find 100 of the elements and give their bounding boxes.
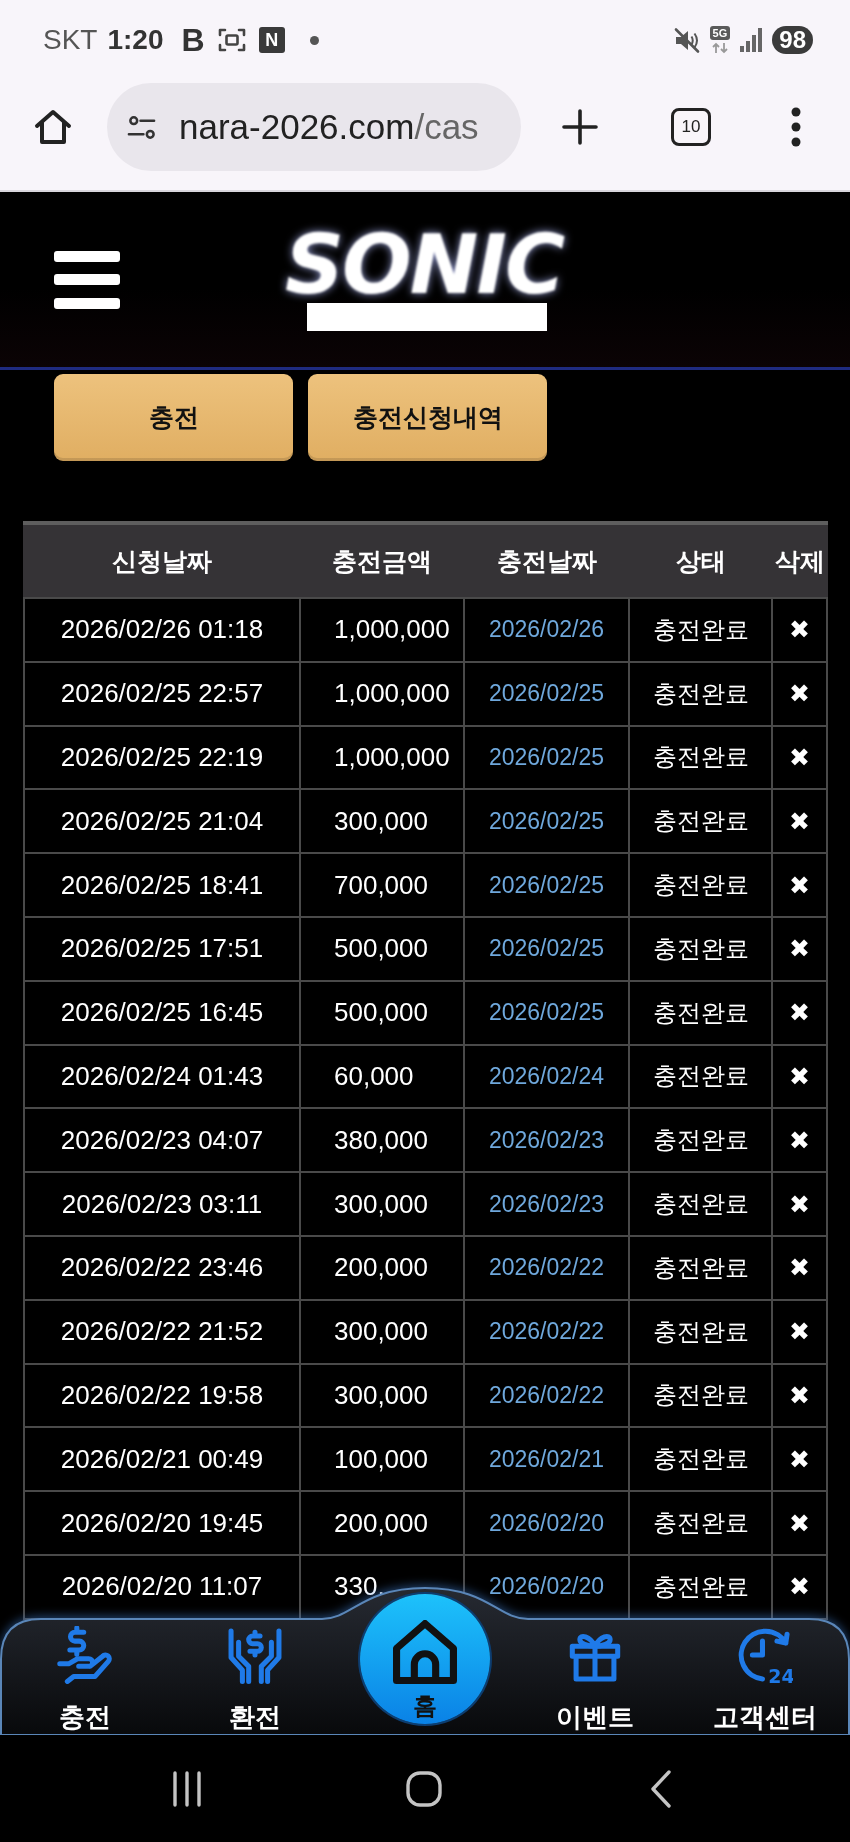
more-options-icon[interactable] — [790, 107, 802, 147]
charge-date-cell: 2026/02/25 — [465, 854, 628, 916]
request-time-cell: 2026/02/25 22:57 — [25, 662, 299, 725]
delete-button[interactable]: ✖ — [789, 872, 810, 898]
status-cell: 충전완료 — [630, 726, 771, 789]
column-header: 상태 — [674, 545, 727, 577]
amount-cell: 200,000 — [301, 1236, 463, 1299]
status-cell: 충전완료 — [630, 1364, 771, 1427]
status-cell: 충전완료 — [630, 918, 771, 980]
amount-cell: 500,000 — [301, 918, 463, 980]
delete-button[interactable]: ✖ — [789, 936, 810, 962]
charge-date-cell: 2026/02/20 — [465, 1492, 628, 1554]
delete-button[interactable]: ✖ — [789, 1319, 810, 1345]
status-cell: 충전완료 — [630, 1492, 771, 1554]
delete-button[interactable]: ✖ — [789, 1063, 810, 1089]
amount-cell: 1,000,000 — [301, 662, 463, 725]
charge-date-cell: 2026/02/21 — [465, 1428, 628, 1491]
notification-dot-icon — [309, 35, 319, 45]
amount-cell: 1,000,000 — [301, 726, 463, 789]
request-time-cell: 2026/02/22 19:58 — [25, 1364, 299, 1427]
amount-cell: 1,000,000 — [301, 599, 463, 661]
charge-date-cell: 2026/02/23 — [465, 1173, 628, 1235]
amount-cell: 300,000 — [301, 1300, 463, 1363]
amount-cell: 380,000 — [301, 1109, 463, 1172]
delete-button[interactable]: ✖ — [789, 1574, 810, 1600]
delete-button[interactable]: ✖ — [789, 1382, 810, 1408]
column-header: 삭제 — [773, 545, 826, 577]
back-icon[interactable] — [650, 1768, 672, 1809]
home-icon[interactable] — [33, 107, 73, 147]
amount-cell: 200,000 — [301, 1492, 463, 1554]
amount-cell: 300,000 — [301, 790, 463, 853]
charge-date-cell: 2026/02/25 — [465, 981, 628, 1044]
column-header: 신청날짜 — [111, 545, 213, 577]
nav-button[interactable]: 이벤트 — [556, 1626, 634, 1732]
column-header: 충전금액 — [331, 545, 433, 577]
delete-button[interactable]: ✖ — [789, 1255, 810, 1281]
request-time-cell: 2026/02/21 00:49 — [25, 1428, 299, 1491]
delete-button[interactable]: ✖ — [789, 1000, 810, 1026]
recent-apps-icon[interactable] — [171, 1769, 203, 1808]
request-time-cell: 2026/02/25 22:19 — [25, 726, 299, 789]
menu-icon[interactable] — [54, 250, 120, 309]
charge-date-cell: 2026/02/25 — [465, 726, 628, 789]
delete-button[interactable]: ✖ — [789, 1127, 810, 1153]
delete-button[interactable]: ✖ — [789, 617, 810, 643]
status-cell: 충전완료 — [630, 1300, 771, 1363]
hands-dollar-icon — [227, 1626, 283, 1684]
site-logo[interactable]: SONIC — [285, 228, 575, 301]
status-cell: 충전완료 — [630, 1236, 771, 1299]
app-notification-mark: N — [258, 27, 285, 53]
charge-date-cell: 2026/02/25 — [465, 790, 628, 853]
mute-icon — [672, 26, 700, 54]
request-time-cell: 2026/02/24 01:43 — [25, 1045, 299, 1108]
charge-date-cell: 2026/02/22 — [465, 1300, 628, 1363]
delete-button[interactable]: ✖ — [789, 681, 810, 707]
url-path-text: /cas — [414, 107, 479, 147]
amount-cell: 60,000 — [301, 1045, 463, 1108]
request-time-cell: 2026/02/25 21:04 — [25, 790, 299, 853]
request-time-cell: 2026/02/26 01:18 — [25, 599, 299, 661]
plus-icon[interactable] — [561, 108, 599, 146]
home-icon[interactable] — [406, 1770, 442, 1807]
app-notification-mark: B — [181, 24, 205, 56]
request-time-cell: 2026/02/25 16:45 — [25, 981, 299, 1044]
action-button[interactable]: 충전 — [54, 374, 293, 461]
charge-date-cell: 2026/02/24 — [465, 1045, 628, 1108]
request-time-cell: 2026/02/25 17:51 — [25, 918, 299, 980]
status-cell: 충전완료 — [630, 662, 771, 725]
status-cell: 충전완료 — [630, 1428, 771, 1491]
charge-date-cell: 2026/02/20 — [465, 1555, 628, 1618]
status-cell: 충전완료 — [630, 1555, 771, 1618]
signal-icon — [740, 28, 763, 52]
network-type: 5G — [709, 26, 731, 40]
amount-cell: 300,000 — [301, 1364, 463, 1427]
charge-date-cell: 2026/02/23 — [465, 1109, 628, 1172]
charge-date-cell: 2026/02/25 — [465, 918, 628, 980]
request-time-cell: 2026/02/23 04:07 — [25, 1109, 299, 1172]
delete-button[interactable]: ✖ — [789, 1446, 810, 1472]
amount-cell: 300,000 — [301, 1173, 463, 1235]
nav-button[interactable]: 충전 — [57, 1626, 113, 1732]
nav-button[interactable]: 24 고객센터 — [713, 1626, 817, 1732]
request-time-cell: 2026/02/20 19:45 — [25, 1492, 299, 1554]
charge-date-cell: 2026/02/22 — [465, 1364, 628, 1427]
url-host-text: nara-2026.com — [179, 107, 415, 147]
amount-cell: 100,000 — [301, 1428, 463, 1491]
battery-level: 98 — [772, 26, 813, 54]
address-bar[interactable]: nara-2026.com/cas — [107, 83, 521, 171]
nav-button[interactable]: 환전 — [227, 1626, 283, 1732]
delete-button[interactable]: ✖ — [789, 1510, 810, 1536]
delete-button[interactable]: ✖ — [789, 808, 810, 834]
column-header: 충전날짜 — [495, 545, 598, 577]
delete-button[interactable]: ✖ — [789, 1191, 810, 1217]
action-button[interactable]: 충전신청내역 — [308, 374, 547, 461]
amount-cell: 500,000 — [301, 981, 463, 1044]
delete-button[interactable]: ✖ — [789, 745, 810, 770]
status-cell: 충전완료 — [630, 1173, 771, 1235]
amount-cell: 700,000 — [301, 854, 463, 916]
tab-switcher-button[interactable]: 10 — [671, 108, 711, 146]
dollar-hand-icon — [57, 1626, 113, 1684]
request-time-cell: 2026/02/20 11:07 — [25, 1555, 299, 1618]
status-cell: 충전완료 — [630, 790, 771, 853]
request-time-cell: 2026/02/23 03:11 — [25, 1173, 299, 1235]
